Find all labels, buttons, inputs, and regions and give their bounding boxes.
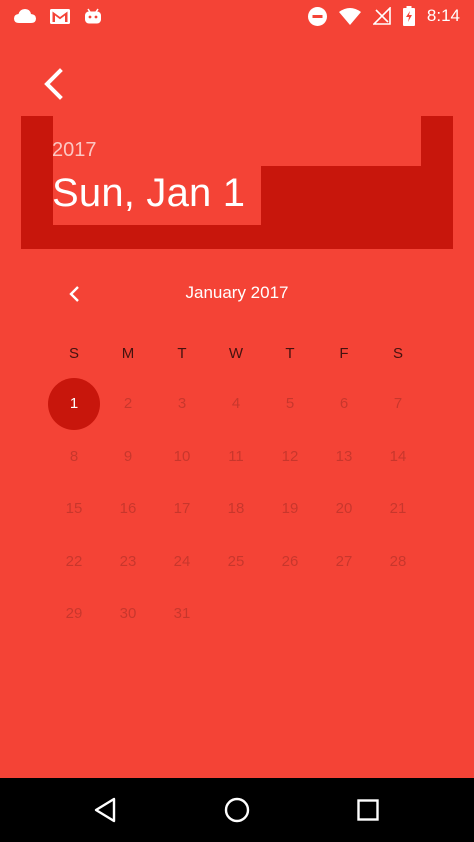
year-label[interactable]: 2017: [52, 139, 97, 162]
calendar-day[interactable]: 30: [102, 588, 154, 640]
weekday-sun: S: [68, 345, 79, 362]
calendar-day[interactable]: 10: [156, 431, 208, 483]
calendar-day[interactable]: 29: [48, 588, 100, 640]
weekday-tue: T: [177, 345, 187, 362]
weekday-mon: M: [121, 345, 135, 362]
back-arrow-icon: [44, 68, 63, 100]
calendar-day[interactable]: 6: [318, 378, 370, 430]
do-not-disturb-icon: [307, 6, 327, 26]
calendar-day[interactable]: 13: [318, 431, 370, 483]
battery-charging-icon: [402, 6, 415, 26]
cloud-icon: [14, 9, 36, 23]
recents-square-icon: [357, 799, 379, 821]
calendar-day[interactable]: 24: [156, 536, 208, 588]
calendar-day[interactable]: 19: [264, 483, 316, 535]
calendar-day[interactable]: 12: [264, 431, 316, 483]
calendar-day[interactable]: 7: [372, 378, 424, 430]
calendar-day[interactable]: 15: [48, 483, 100, 535]
calendar-day[interactable]: 9: [102, 431, 154, 483]
calendar-day-selected[interactable]: 1: [48, 378, 100, 430]
home-circle-icon: [224, 797, 250, 823]
calendar-day[interactable]: 2: [102, 378, 154, 430]
date-header-notch: [261, 116, 421, 166]
android-icon: [85, 8, 101, 24]
status-time: 8:14: [426, 6, 460, 25]
nav-home-button[interactable]: [221, 794, 253, 826]
status-right-group: 8:14: [307, 0, 460, 32]
calendar-day[interactable]: 22: [48, 536, 100, 588]
calendar-day[interactable]: 17: [156, 483, 208, 535]
calendar-day[interactable]: 21: [372, 483, 424, 535]
calendar-day[interactable]: 3: [156, 378, 208, 430]
no-sim-icon: [372, 7, 391, 25]
calendar-day[interactable]: 26: [264, 536, 316, 588]
weekday-sat: S: [392, 345, 403, 362]
calendar-day[interactable]: 18: [210, 483, 262, 535]
calendar-day[interactable]: 11: [210, 431, 262, 483]
gmail-icon: [50, 8, 70, 24]
back-button[interactable]: [34, 64, 74, 104]
weekday-thu: T: [285, 345, 295, 362]
month-header: January 2017: [0, 280, 474, 308]
back-triangle-icon: [94, 797, 116, 823]
nav-recents-button[interactable]: [352, 794, 384, 826]
wifi-icon: [338, 7, 361, 25]
weekday-wed: W: [228, 345, 244, 362]
calendar-day[interactable]: 25: [210, 536, 262, 588]
calendar-day[interactable]: 23: [102, 536, 154, 588]
calendar-day[interactable]: 16: [102, 483, 154, 535]
system-nav-bar: [0, 778, 474, 842]
calendar-day[interactable]: 20: [318, 483, 370, 535]
nav-back-button[interactable]: [89, 794, 121, 826]
calendar-day[interactable]: 31: [156, 588, 208, 640]
calendar-day[interactable]: 28: [372, 536, 424, 588]
month-title: January 2017: [185, 283, 289, 302]
selected-date-title[interactable]: Sun, Jan 1: [52, 171, 245, 216]
status-bar: 8:14: [0, 0, 474, 32]
weekday-fri: F: [339, 345, 349, 362]
calendar-day[interactable]: 8: [48, 431, 100, 483]
status-left-group: [14, 0, 102, 32]
calendar-day[interactable]: 5: [264, 378, 316, 430]
calendar-day[interactable]: 14: [372, 431, 424, 483]
calendar-day[interactable]: 27: [318, 536, 370, 588]
calendar-day[interactable]: 4: [210, 378, 262, 430]
